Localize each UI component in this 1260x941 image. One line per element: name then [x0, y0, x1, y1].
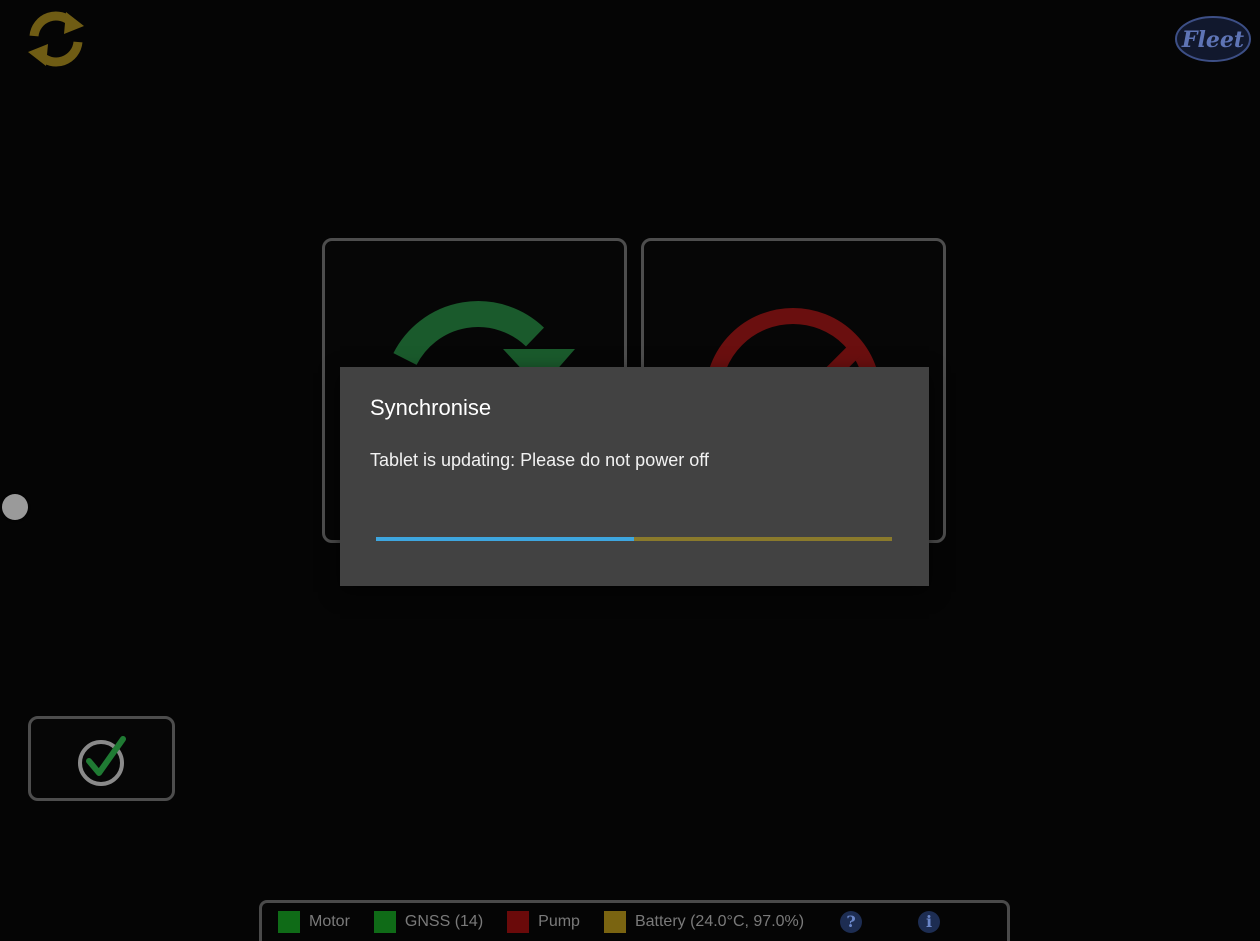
battery-status-indicator: [603, 911, 626, 933]
dialog-title: Synchronise: [370, 395, 492, 420]
fleet-logo: Fleet: [1174, 14, 1252, 64]
status-label: GNSS (14): [404, 913, 484, 930]
checkmark-icon: [78, 736, 126, 786]
status-gnss: GNSS (14): [373, 911, 484, 933]
status-bar: Motor GNSS (14) Pump Battery (24.0°C, 97…: [259, 900, 1010, 941]
logo-text: Fleet: [1181, 27, 1244, 53]
help-icon[interactable]: ?: [840, 911, 863, 933]
status-label: Motor: [309, 913, 350, 930]
sync-icon[interactable]: [24, 10, 88, 68]
info-icon[interactable]: i: [918, 911, 941, 933]
progress-bar: [376, 537, 892, 541]
sync-dialog: Synchronise Tablet is updating: Please d…: [340, 367, 929, 586]
status-pump: Pump: [507, 911, 580, 933]
drawer-handle[interactable]: [2, 494, 28, 520]
status-label: Pump: [538, 913, 580, 930]
confirm-button[interactable]: [28, 716, 175, 801]
progress-fill: [376, 537, 634, 541]
status-motor: Motor: [278, 911, 350, 933]
pump-status-indicator: [507, 911, 530, 933]
motor-status-indicator: [278, 911, 300, 933]
status-label: Battery (24.0°C, 97.0%): [634, 913, 805, 930]
dialog-message: Tablet is updating: Please do not power …: [370, 450, 709, 470]
gnss-status-indicator: [373, 911, 396, 933]
status-battery: Battery (24.0°C, 97.0%): [603, 911, 805, 933]
